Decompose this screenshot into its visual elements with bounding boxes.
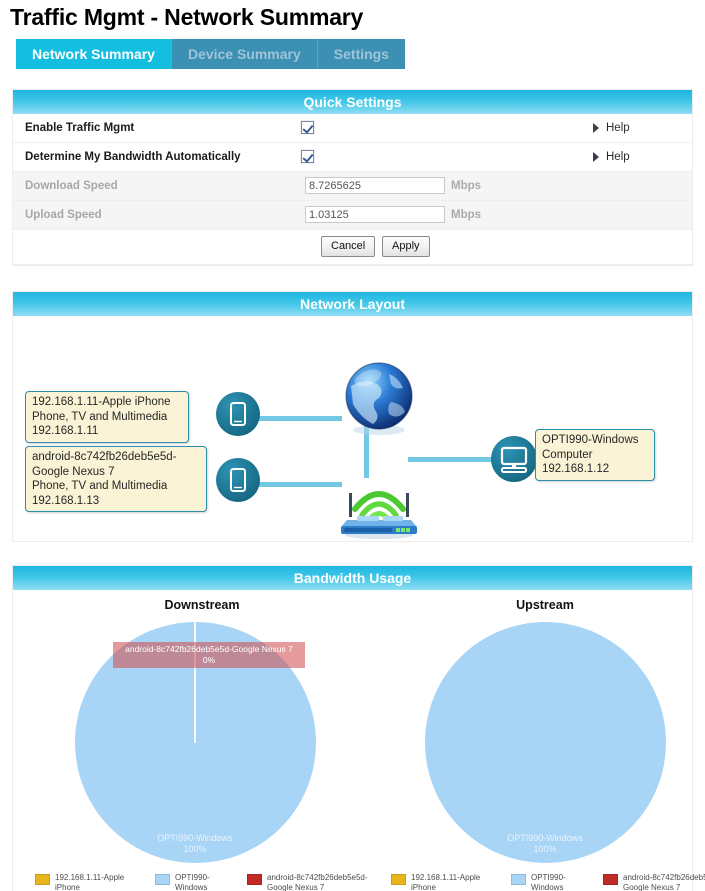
network-layout-body: 192.168.1.11-Apple iPhone Phone, TV and … [13,316,692,541]
determine-bandwidth-checkbox[interactable] [301,150,314,163]
tab-settings[interactable]: Settings [316,39,406,69]
apply-button[interactable]: Apply [382,236,430,257]
tab-device-summary[interactable]: Device Summary [170,39,317,69]
legend-swatch-google-nexus [603,874,618,885]
legend-swatch-apple-iphone [391,874,406,885]
globe-icon [345,362,413,435]
downstream-pie-slice-label: OPTI990-Windows 100% [125,833,265,855]
link-phone2-router [254,482,342,487]
network-layout-header: Network Layout [13,292,692,316]
legend-item-apple-iphone[interactable]: 192.168.1.11-Apple iPhone [391,873,499,891]
phone-icon [230,402,246,426]
legend-swatch-google-nexus [247,874,262,885]
quick-settings-header: Quick Settings [13,90,692,114]
help-link-determine-bandwidth[interactable]: Help [593,143,630,172]
tab-bar: Network Summary Device Summary Settings [16,39,406,69]
downstream-pie-zero-slice-divider [194,622,196,743]
tooltip-device-name: android-8c742fb26deb5e5d-Google Nexus 7 [125,644,293,654]
downstream-legend: 192.168.1.11-Apple iPhone OPTI990-Window… [35,873,389,891]
device-node-computer[interactable] [491,436,537,482]
legend-item-opti990-windows[interactable]: OPTI990-Windows [155,873,235,891]
computer-icon [500,446,528,473]
download-speed-unit: Mbps [451,180,482,192]
tab-network-summary[interactable]: Network Summary [16,39,171,69]
downstream-chart-title: Downstream [164,598,240,612]
callout-apple-iphone-text: 192.168.1.11-Apple iPhone Phone, TV and … [32,396,171,437]
triangle-right-icon [593,151,599,162]
legend-item-apple-iphone[interactable]: 192.168.1.11-Apple iPhone [35,873,143,891]
chart-tooltip: android-8c742fb26deb5e5d-Google Nexus 7 … [113,642,305,668]
quick-settings-button-row: Cancel Apply [13,230,692,265]
device-node-phone-1[interactable] [216,392,260,436]
upstream-pie-chart[interactable] [425,622,666,863]
callout-opti990-windows-text: OPTI990-Windows Computer 192.168.1.12 [542,434,639,475]
legend-label-google-nexus: android-8c742fb26deb5e5d-Google Nexus 7 [623,873,705,891]
upstream-slice-name: OPTI990-Windows [507,833,583,843]
wifi-router-icon [341,491,417,539]
callout-apple-iphone[interactable]: 192.168.1.11-Apple iPhone Phone, TV and … [25,391,189,443]
callout-google-nexus[interactable]: android-8c742fb26deb5e5d- Google Nexus 7… [25,446,207,512]
legend-label-google-nexus: android-8c742fb26deb5e5d-Google Nexus 7 [267,873,368,891]
legend-label-opti990-windows: OPTI990-Windows [531,873,566,891]
legend-swatch-apple-iphone [35,874,50,885]
legend-label-apple-iphone: 192.168.1.11-Apple iPhone [411,873,481,891]
upstream-pie-slice-label: OPTI990-Windows 100% [475,833,615,855]
enable-traffic-mgmt-label: Enable Traffic Mgmt [25,122,135,134]
bandwidth-usage-body: Downstream OPTI990-Windows 100% android-… [13,590,705,891]
legend-item-google-nexus[interactable]: android-8c742fb26deb5e5d-Google Nexus 7 [603,873,705,891]
enable-traffic-mgmt-checkbox[interactable] [301,121,314,134]
legend-swatch-opti990-windows [155,874,170,885]
device-node-phone-2[interactable] [216,458,260,502]
row-determine-bandwidth: Determine My Bandwidth Automatically Hel… [13,143,692,172]
downstream-slice-percent: 100% [183,844,207,854]
help-label: Help [606,122,630,134]
quick-settings-body: Enable Traffic Mgmt Help Determine My Ba… [13,114,692,265]
traffic-mgmt-page: Traffic Mgmt - Network Summary Network S… [0,0,705,891]
upstream-chart-title: Upstream [516,598,574,612]
download-speed-input[interactable] [305,177,445,194]
upload-speed-label: Upload Speed [25,209,102,221]
triangle-right-icon [593,122,599,133]
downstream-slice-name: OPTI990-Windows [157,833,233,843]
legend-label-opti990-windows: OPTI990-Windows [175,873,210,891]
bandwidth-usage-header: Bandwidth Usage [13,566,692,590]
callout-opti990-windows[interactable]: OPTI990-Windows Computer 192.168.1.12 [535,429,655,481]
upload-speed-input[interactable] [305,206,445,223]
row-upload-speed: Upload Speed Mbps [13,201,692,230]
legend-label-apple-iphone: 192.168.1.11-Apple iPhone [55,873,125,891]
upload-speed-unit: Mbps [451,209,482,221]
cancel-button[interactable]: Cancel [321,236,376,257]
network-layout-panel: Network Layout 192.168.1.11-Apple iPhone… [12,291,693,542]
help-link-enable-traffic-mgmt[interactable]: Help [593,114,630,143]
upstream-slice-percent: 100% [533,844,557,854]
legend-swatch-opti990-windows [511,874,526,885]
bandwidth-usage-panel: Bandwidth Usage Downstream OPTI990-Windo… [12,565,705,891]
link-router-computer [408,457,493,462]
legend-item-opti990-windows[interactable]: OPTI990-Windows [511,873,591,891]
quick-settings-panel: Quick Settings Enable Traffic Mgmt Help … [12,89,693,266]
page-title: Traffic Mgmt - Network Summary [10,4,364,30]
determine-bandwidth-label: Determine My Bandwidth Automatically [25,151,241,163]
link-phone1-globe [254,416,342,421]
tooltip-percent: 0% [202,655,216,665]
row-download-speed: Download Speed Mbps [13,172,692,201]
help-label: Help [606,151,630,163]
legend-item-google-nexus[interactable]: android-8c742fb26deb5e5d-Google Nexus 7 [247,873,377,891]
phone-icon [230,468,246,492]
row-enable-traffic-mgmt: Enable Traffic Mgmt Help [13,114,692,143]
download-speed-label: Download Speed [25,180,118,192]
callout-google-nexus-text: android-8c742fb26deb5e5d- Google Nexus 7… [32,451,177,507]
upstream-legend: 192.168.1.11-Apple iPhone OPTI990-Window… [391,873,705,891]
